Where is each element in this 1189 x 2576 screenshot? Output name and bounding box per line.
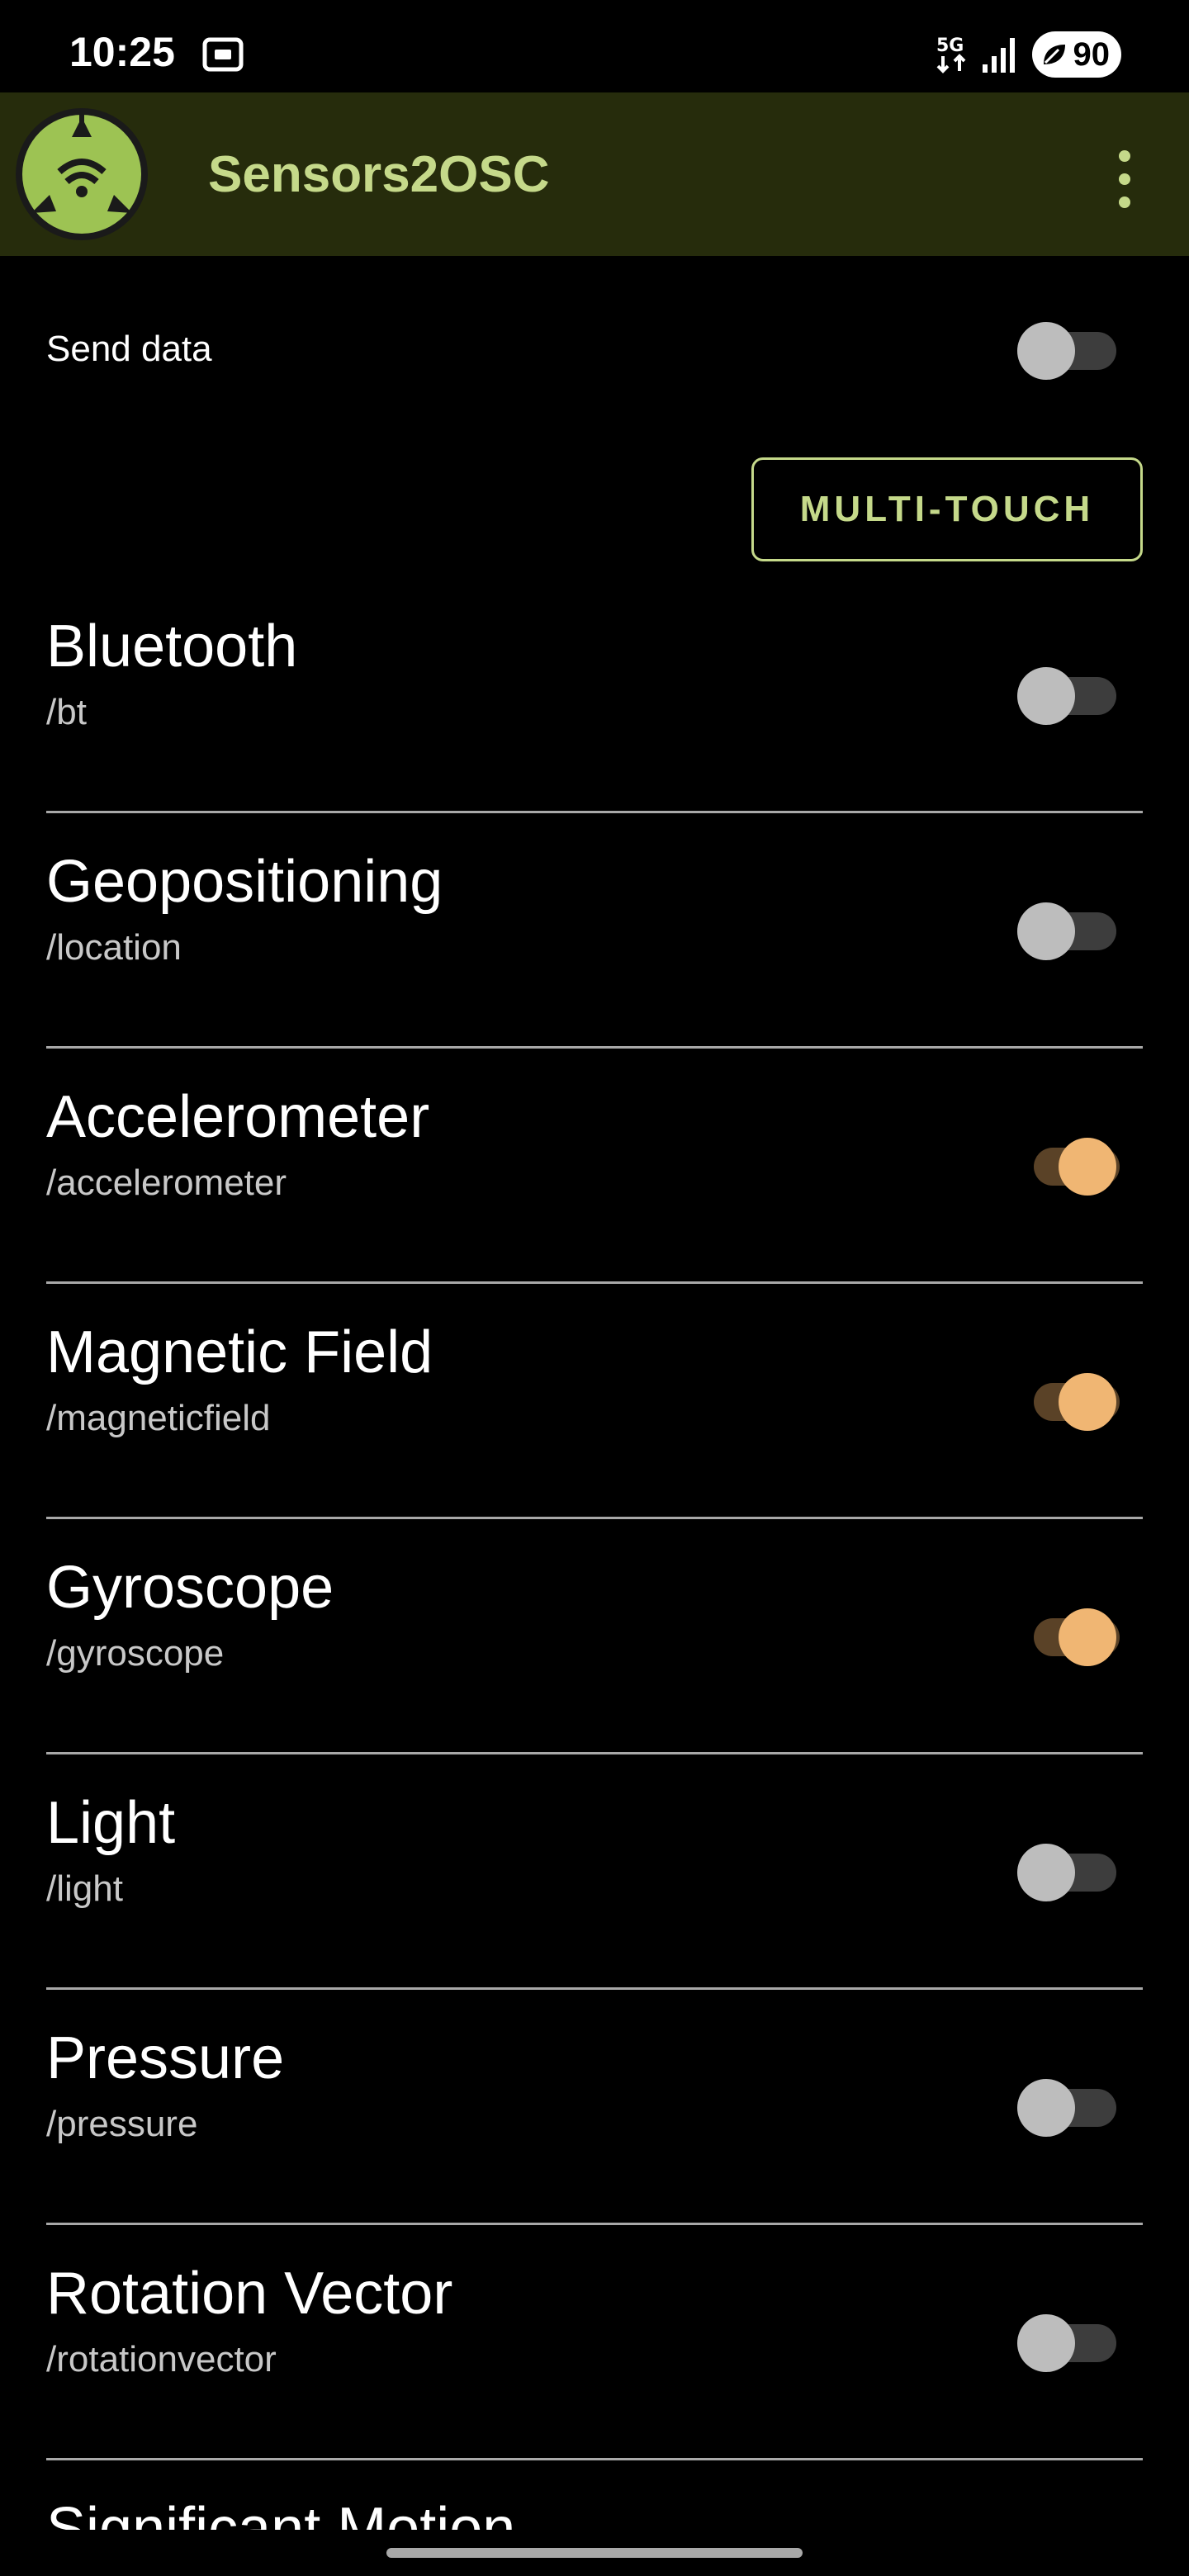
sensor-name: Rotation Vector: [46, 2261, 453, 2327]
app-bar: Sensors2OSC: [0, 92, 1189, 256]
sensor-osc-path: /rotationvector: [46, 2339, 277, 2379]
sensor-item-accelerometer[interactable]: Accelerometer/accelerometer: [0, 1049, 1189, 1284]
sensor-item-rotation-vector[interactable]: Rotation Vector/rotationvector: [0, 2225, 1189, 2460]
5g-icon: 5G: [935, 33, 973, 80]
sensor-osc-path: /gyroscope: [46, 1633, 225, 1674]
home-indicator[interactable]: [386, 2548, 803, 2558]
sensor-name: Magnetic Field: [46, 1319, 433, 1385]
sensor-osc-path: /accelerometer: [46, 1163, 287, 1203]
app-title: Sensors2OSC: [208, 146, 550, 203]
sensor-item-geopositioning[interactable]: Geopositioning/location: [0, 813, 1189, 1049]
battery-level: 90: [1073, 36, 1111, 73]
sensor-osc-path: /magneticfield: [46, 1398, 271, 1438]
overflow-menu-icon[interactable]: [1106, 150, 1143, 208]
sensor-item-gyroscope[interactable]: Gyroscope/gyroscope: [0, 1519, 1189, 1754]
sensor-osc-path: /pressure: [46, 2104, 198, 2144]
svg-text:5G: 5G: [936, 36, 964, 56]
sensor-toggle-switch[interactable]: [1017, 1134, 1120, 1196]
signal-icon: [981, 36, 1017, 78]
sensor-osc-path: /light: [46, 1868, 123, 1909]
sensor-item-magnetic-field[interactable]: Magnetic Field/magneticfield: [0, 1284, 1189, 1519]
multi-touch-button[interactable]: MULTI-TOUCH: [751, 457, 1143, 561]
sensor-name: Gyroscope: [46, 1555, 334, 1621]
send-data-label: Send data: [46, 329, 212, 369]
status-time: 10:25: [69, 29, 175, 75]
sensor-toggle-switch[interactable]: [1017, 2311, 1116, 2372]
sensor-name: Significant Motion: [46, 2496, 516, 2535]
send-data-switch[interactable]: [1017, 319, 1116, 380]
sensor-name: Pressure: [46, 2025, 285, 2091]
sensor-name: Bluetooth: [46, 613, 298, 680]
sensor-toggle-switch[interactable]: [1017, 2076, 1116, 2137]
sensor-toggle-switch[interactable]: [1017, 899, 1116, 960]
sensor-toggle-switch[interactable]: [1017, 1840, 1116, 1901]
send-data-row[interactable]: Send data: [0, 297, 1189, 396]
sensor-toggle-switch[interactable]: [1017, 1370, 1120, 1431]
sensor-osc-path: /location: [46, 927, 182, 968]
status-bar: 10:25 5G 90: [0, 0, 1189, 92]
sensor-name: Geopositioning: [46, 849, 443, 915]
sensor-osc-path: /bt: [46, 692, 87, 732]
sensor-item-significant-motion[interactable]: Significant Motion: [0, 2460, 1189, 2535]
sensor-toggle-switch[interactable]: [1017, 664, 1116, 725]
battery-saver-icon: [1044, 45, 1065, 64]
sensor-item-pressure[interactable]: Pressure/pressure: [0, 1990, 1189, 2225]
sensor-toggle-switch[interactable]: [1017, 1605, 1120, 1666]
sensors2osc-logo-icon: [16, 108, 148, 240]
sensor-item-bluetooth[interactable]: Bluetooth/bt: [0, 578, 1189, 813]
battery-indicator: 90: [1032, 31, 1121, 78]
sensor-name: Accelerometer: [46, 1084, 430, 1150]
screen-record-icon: [201, 33, 244, 80]
sensor-list[interactable]: Bluetooth/bt Geopositioning/location Accel…: [0, 578, 1189, 2535]
sensor-name: Light: [46, 1790, 176, 1856]
sensor-item-light[interactable]: Light/light: [0, 1754, 1189, 1990]
